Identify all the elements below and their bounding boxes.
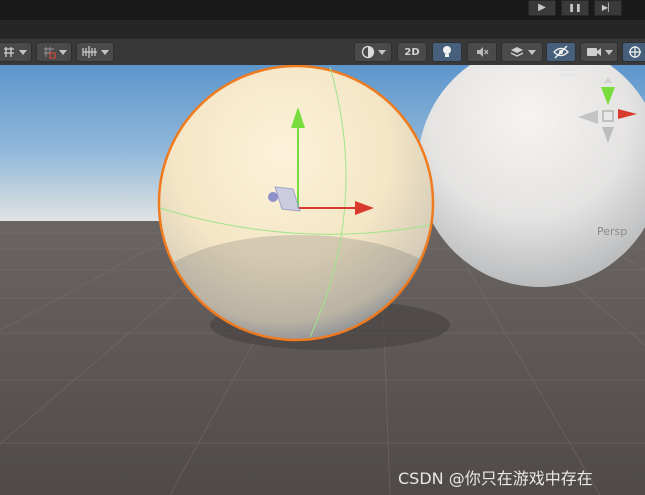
ruler-grid-icon — [81, 46, 97, 58]
audio-toggle-button[interactable] — [467, 42, 497, 62]
z-axis-handle-icon[interactable] — [268, 192, 278, 202]
lightbulb-icon — [443, 46, 451, 57]
lighting-toggle-button[interactable] — [432, 42, 462, 62]
grid-visibility-dropdown[interactable] — [76, 42, 114, 62]
chevron-down-icon — [527, 49, 536, 55]
projection-label[interactable]: Persp — [597, 225, 627, 238]
gizmos-toggle[interactable] — [622, 42, 645, 62]
step-button[interactable]: ▶▏ — [594, 0, 622, 16]
chevron-down-icon — [18, 49, 27, 55]
chevron-down-icon — [58, 49, 67, 55]
panel-separator — [0, 20, 645, 38]
shading-sphere-icon — [361, 45, 374, 59]
gizmos-icon — [629, 46, 641, 58]
play-mode-bar: ▶ ❚❚ ▶▏ — [0, 0, 645, 20]
2d-toggle-button[interactable]: 2D — [397, 42, 427, 62]
pause-button[interactable]: ❚❚ — [561, 0, 589, 16]
grid-snapping-icon — [3, 47, 14, 57]
scene-visibility-icon — [553, 45, 569, 59]
audio-mute-icon — [477, 47, 489, 57]
chevron-down-icon — [604, 49, 613, 55]
camera-settings-dropdown[interactable] — [580, 42, 618, 62]
chevron-down-icon — [377, 49, 386, 55]
grid-snapping-dropdown[interactable] — [0, 42, 32, 62]
scene-toolbar: 2D — [0, 38, 645, 65]
watermark-text: CSDN @你只在游戏中存在 — [398, 469, 593, 488]
increment-snap-dropdown[interactable] — [36, 42, 72, 62]
scene-render — [0, 65, 645, 495]
effects-dropdown[interactable] — [501, 42, 543, 62]
play-button[interactable]: ▶ — [528, 0, 556, 16]
step-icon: ▶▏ — [601, 3, 615, 12]
play-icon: ▶ — [538, 2, 546, 13]
increment-snap-icon — [43, 47, 56, 59]
scene-viewport[interactable]: Persp — [0, 65, 645, 495]
2d-label: 2D — [404, 46, 420, 58]
chevron-down-icon — [100, 49, 109, 55]
scene-visibility-toggle[interactable] — [546, 42, 576, 62]
pause-icon: ❚❚ — [568, 3, 582, 12]
effects-layers-icon — [510, 47, 523, 57]
camera-icon — [586, 48, 601, 56]
shading-mode-dropdown[interactable] — [354, 42, 392, 62]
